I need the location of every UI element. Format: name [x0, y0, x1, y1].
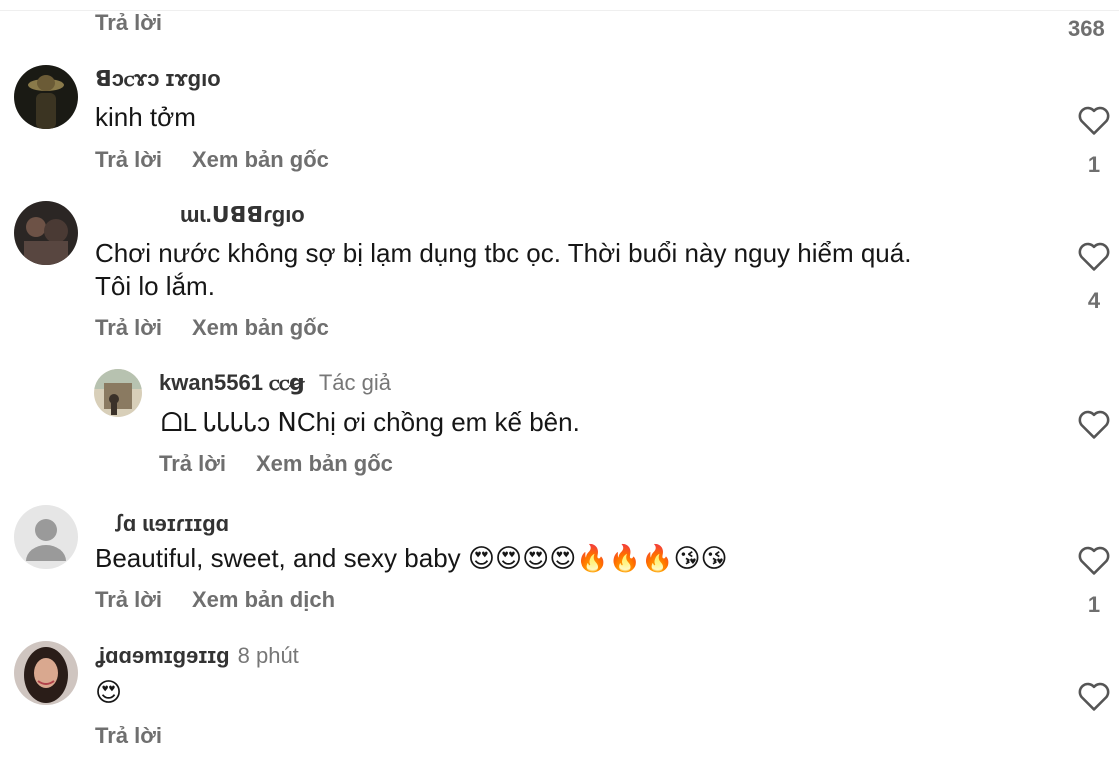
reply-button[interactable]: Trả lời [95, 147, 162, 172]
view-original-button[interactable]: Xem bản gốc [192, 315, 329, 340]
heart-icon[interactable] [1077, 544, 1111, 576]
reply-actions: Trả lời [95, 10, 192, 36]
reply-button[interactable]: Trả lời [95, 315, 162, 340]
comment-emojis: 😍😍😍😍🔥🔥🔥😘😘 [467, 544, 728, 574]
username[interactable]: kwan5561 ꮯꮯꞡ Tác giả [159, 370, 391, 396]
default-avatar-icon [14, 505, 78, 569]
reply-button[interactable]: Trả lời [95, 587, 162, 612]
reply-button[interactable]: Trả lời [95, 10, 162, 35]
avatar-image [14, 201, 78, 265]
heart-icon[interactable] [1077, 680, 1111, 712]
username[interactable]: ꓭɔꮯɤɔ ɪɤgıo [95, 66, 221, 92]
username[interactable]: ɯɩ.ᑌꓭꓭɾɡıo [180, 202, 305, 228]
author-badge: Tác giả [318, 370, 391, 395]
comment-actions: Trả lời Xem bản dịch [95, 587, 365, 613]
view-original-button[interactable]: Xem bản gốc [256, 451, 393, 476]
avatar[interactable] [14, 201, 78, 265]
avatar[interactable] [94, 369, 142, 417]
reply-button[interactable]: Trả lời [95, 723, 162, 748]
translate-button[interactable]: Xem bản dịch [192, 587, 335, 612]
like-count: 1 [1087, 592, 1101, 617]
like-count: 368 [1068, 16, 1105, 41]
comment-emoji: 😍 [95, 678, 123, 708]
comment-text: Chơi nước không sợ bị lạm dụng tbc ọc. T… [95, 238, 912, 268]
comment-actions: Trả lời Xem bản gốc [159, 451, 423, 477]
username[interactable]: ʝɑɑɘmɪɡɘɪɪɡ 8 phút [95, 643, 299, 669]
comment-text-line2: Tôi lo lắm. [95, 271, 215, 301]
comment-actions: Trả lời Xem bản gốc [95, 147, 359, 173]
like-count: 4 [1087, 288, 1101, 313]
heart-icon[interactable] [1077, 240, 1111, 272]
like-count: 1 [1087, 152, 1101, 177]
avatar[interactable] [14, 641, 78, 705]
comment-text: ᗝL ᏓᏓᏓᏓɔ ꓠChị ơi chồng em kế bên. [161, 407, 580, 437]
comment-actions: Trả lời [95, 723, 192, 749]
avatar[interactable] [14, 65, 78, 129]
timestamp: 8 phút [237, 643, 299, 668]
comment-text: Beautiful, sweet, and sexy baby 😍😍😍😍🔥🔥🔥😘… [95, 543, 728, 574]
avatar-image [14, 65, 78, 129]
comment-actions: Trả lời Xem bản gốc [95, 315, 359, 341]
avatar-image [14, 641, 78, 705]
avatar-image [94, 369, 142, 417]
username[interactable]: ꭍɑ ɩɩɘɪɾɪɪɡɑ [115, 508, 229, 538]
reply-button[interactable]: Trả lời [159, 451, 226, 476]
view-original-button[interactable]: Xem bản gốc [192, 147, 329, 172]
avatar[interactable] [14, 505, 78, 569]
heart-icon[interactable] [1077, 408, 1111, 440]
comment-text: kinh tởm [95, 102, 196, 132]
heart-icon[interactable] [1077, 104, 1111, 136]
